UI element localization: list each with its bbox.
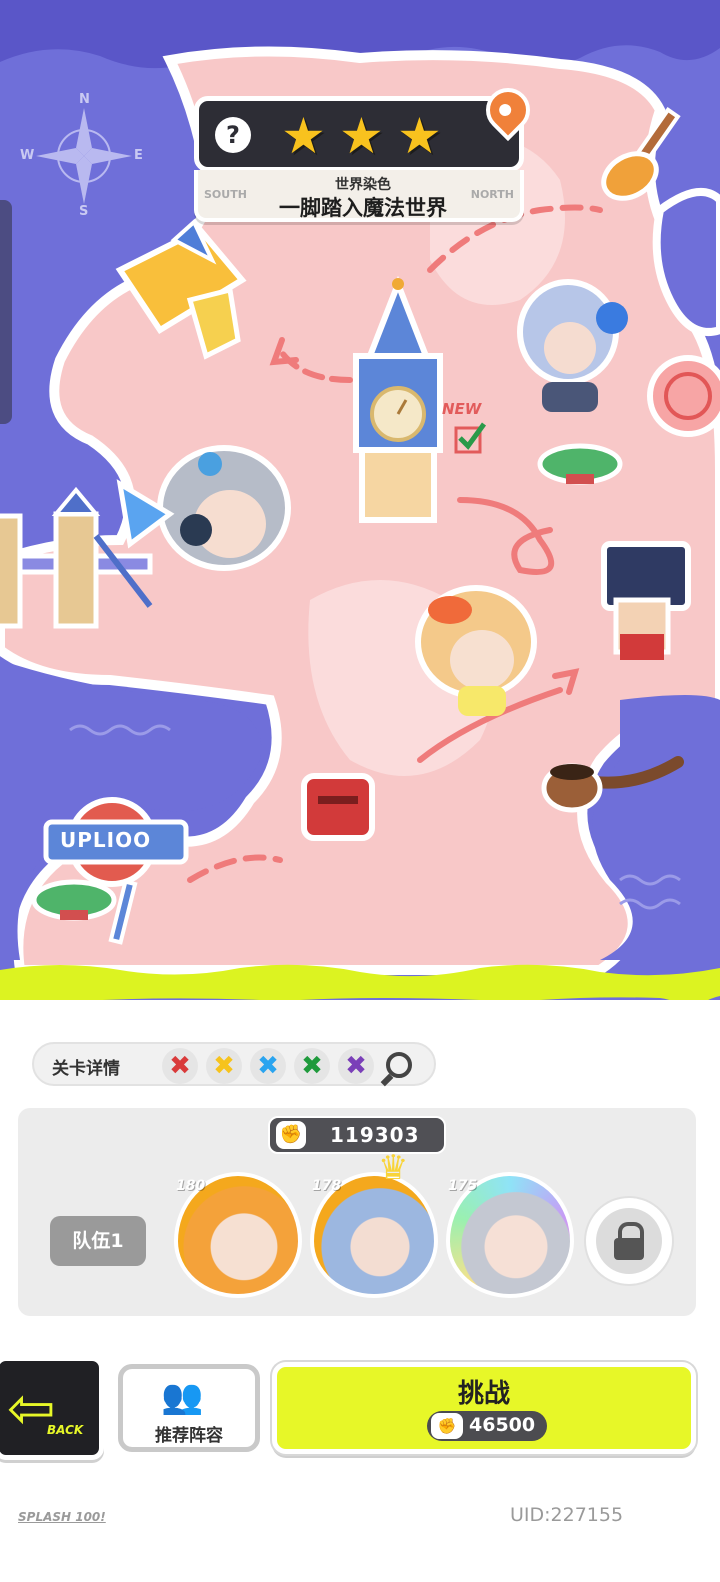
team-tab[interactable]: 队伍1 xyxy=(50,1216,146,1266)
challenge-cost-value: 46500 xyxy=(469,1414,536,1436)
star-icon-1: ★ xyxy=(281,107,326,165)
bush-sticker xyxy=(537,443,623,485)
side-drawer-handle[interactable] xyxy=(0,200,12,424)
hero-level: 180 xyxy=(176,1178,206,1194)
recommend-lineup-label: 推荐阵容 xyxy=(155,1426,223,1446)
fist-icon: ✊ xyxy=(276,1121,306,1149)
stage-name-plate: 世界染色 一脚踏入魔法世界 SOUTH NORTH xyxy=(194,170,524,222)
compass-north-label: N xyxy=(79,92,90,107)
fist-icon: ✊ xyxy=(431,1413,463,1439)
blue-mark-icon: ✖ xyxy=(250,1048,286,1084)
hero-level: 178 xyxy=(312,1178,342,1194)
hero-slot-2[interactable]: 178 ♛ xyxy=(310,1148,438,1298)
hero-level: 175 xyxy=(448,1178,478,1194)
challenge-label: 挑战 xyxy=(457,1379,510,1409)
back-button[interactable]: ⇦ BACK xyxy=(0,1356,104,1460)
compass-rose xyxy=(36,108,132,204)
rose-sticker xyxy=(647,355,720,437)
help-button[interactable]: ? xyxy=(215,117,251,153)
back-label: BACK xyxy=(47,1423,84,1437)
stage-title-card: ? ★ ★ ★ 世界染色 一脚踏入魔法世界 SOUTH NORTH xyxy=(194,78,540,222)
user-id: UID:227155 xyxy=(510,1504,624,1526)
challenge-cost: ✊ 46500 xyxy=(427,1411,547,1441)
dir-left-label: SOUTH xyxy=(204,188,247,201)
group-icon: 👥 xyxy=(161,1377,204,1417)
stage-details-label: 关卡详情 xyxy=(52,1059,120,1079)
purple-mark-icon: ✖ xyxy=(338,1048,374,1084)
compass-south-label: S xyxy=(79,204,89,219)
dir-right-label: NORTH xyxy=(470,188,514,201)
team-power-value: 119303 xyxy=(330,1123,420,1147)
locked-hero-slot[interactable] xyxy=(586,1198,672,1284)
stage-details-bar[interactable]: 关卡详情 ✖ ✖ ✖ ✖ ✖ xyxy=(32,1042,436,1087)
crown-icon: ♛ xyxy=(378,1148,409,1188)
new-label: NEW xyxy=(442,400,482,418)
star-icon-2: ★ xyxy=(339,107,384,165)
recommend-lineup-button[interactable]: 👥 推荐阵容 xyxy=(118,1364,260,1452)
tube-sign-text: UPLIOO xyxy=(60,828,152,852)
stage-star-bar: ? ★ ★ ★ xyxy=(194,96,524,172)
hero-slot-1[interactable]: 180 xyxy=(174,1172,302,1298)
star-icon-3: ★ xyxy=(397,107,442,165)
mailbox-sticker xyxy=(301,773,375,841)
red-mark-icon: ✖ xyxy=(162,1048,198,1084)
hero-slot-3[interactable]: 175 xyxy=(446,1172,574,1298)
compass-west-label: W xyxy=(20,148,35,163)
challenge-button[interactable]: 挑战 ✊ 46500 xyxy=(272,1362,696,1454)
team-power-badge: ✊ 119303 xyxy=(268,1116,446,1154)
compass-east-label: E xyxy=(134,148,143,163)
yellow-mark-icon: ✖ xyxy=(206,1048,242,1084)
magnifier-handle xyxy=(380,1073,394,1087)
brand-logo: SPLASH 100! xyxy=(18,1510,106,1524)
lock-icon xyxy=(596,1208,662,1274)
world-map[interactable]: N S E W NEW UPLIOO ? ★ ★ ★ 世界染色 一脚踏入魔法世界… xyxy=(0,0,720,1000)
bush-sticker-2 xyxy=(31,879,117,921)
green-mark-icon: ✖ xyxy=(294,1048,330,1084)
